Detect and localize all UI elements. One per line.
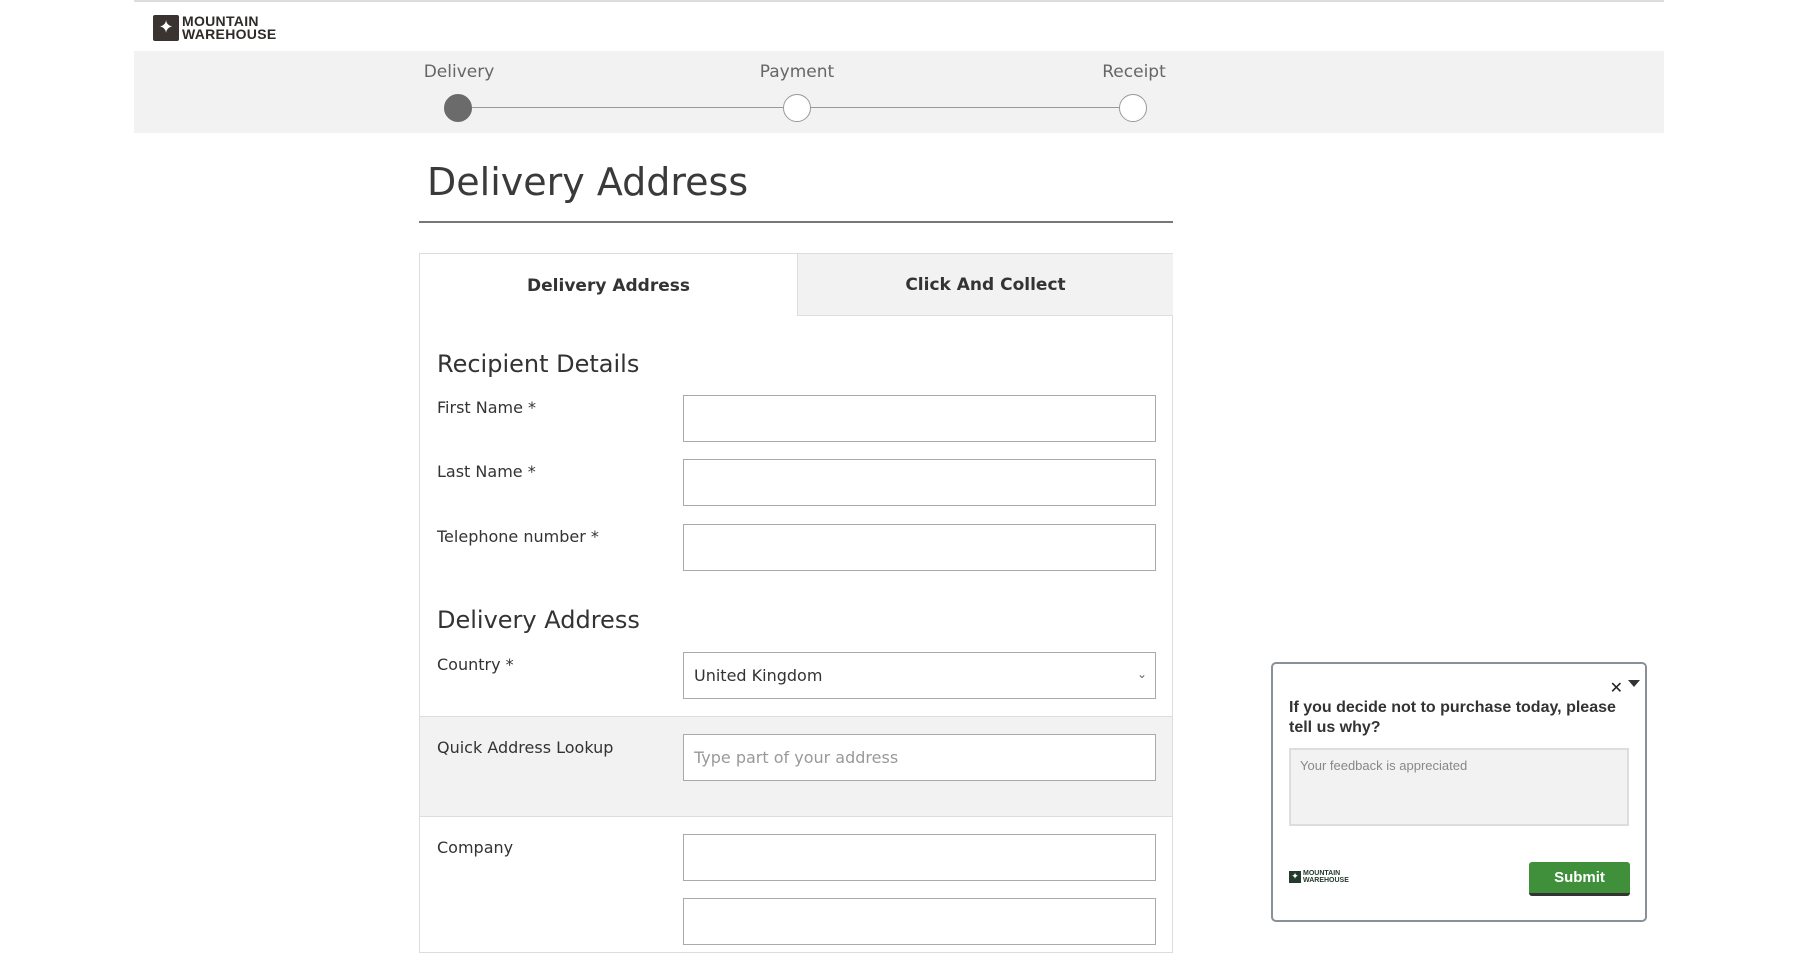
step-payment-label: Payment [759, 62, 835, 82]
submit-button[interactable]: Submit [1529, 862, 1630, 896]
address-panel: Delivery Address Click And Collect Recip… [419, 253, 1173, 953]
quick-lookup-input[interactable]: Type part of your address [683, 734, 1156, 781]
widget-brand-line2: WAREHOUSE [1303, 877, 1349, 884]
step-delivery-dot [444, 94, 472, 122]
feedback-textarea[interactable]: Your feedback is appreciated [1289, 748, 1629, 826]
tab-delivery-address[interactable]: Delivery Address [420, 254, 797, 316]
telephone-label: Telephone number * [437, 527, 599, 546]
first-name-input[interactable] [683, 395, 1156, 442]
first-name-label: First Name * [437, 398, 537, 417]
company-input[interactable] [683, 834, 1156, 881]
step-receipt-label: Receipt [1102, 62, 1166, 82]
delivery-address-heading: Delivery Address [437, 606, 640, 634]
top-divider [134, 0, 1664, 2]
caret-down-icon[interactable] [1628, 680, 1640, 687]
brand-logo[interactable]: ✦ MOUNTAIN WAREHOUSE [153, 14, 277, 42]
star-logo-icon: ✦ [153, 15, 179, 41]
telephone-input[interactable] [683, 524, 1156, 571]
feedback-widget: ✕ If you decide not to purchase today, p… [1271, 662, 1647, 922]
address-line-input[interactable] [683, 898, 1156, 945]
page-title: Delivery Address [427, 160, 749, 204]
feedback-question: If you decide not to purchase today, ple… [1289, 699, 1616, 736]
chevron-down-icon: ⌄ [1136, 667, 1147, 681]
step-payment-dot [783, 94, 811, 122]
brand-line2: WAREHOUSE [182, 26, 277, 42]
widget-brand-logo: ✦ MOUNTAIN WAREHOUSE [1289, 870, 1349, 884]
tab-click-and-collect[interactable]: Click And Collect [797, 254, 1173, 316]
last-name-input[interactable] [683, 459, 1156, 506]
country-select[interactable]: United Kingdom ⌄ [683, 652, 1156, 699]
recipient-heading: Recipient Details [437, 350, 640, 378]
close-icon[interactable]: ✕ [1610, 678, 1623, 697]
checkout-progress [134, 51, 1664, 133]
step-delivery-label: Delivery [423, 62, 495, 82]
step-receipt-dot [1119, 94, 1147, 122]
country-value: United Kingdom [694, 666, 823, 685]
country-label: Country * [437, 655, 514, 674]
last-name-label: Last Name * [437, 462, 536, 481]
title-divider [419, 221, 1173, 223]
widget-brand-line1: MOUNTAIN [1303, 870, 1341, 877]
company-label: Company [437, 838, 514, 857]
star-logo-icon: ✦ [1289, 871, 1301, 883]
quick-lookup-label: Quick Address Lookup [437, 738, 614, 757]
